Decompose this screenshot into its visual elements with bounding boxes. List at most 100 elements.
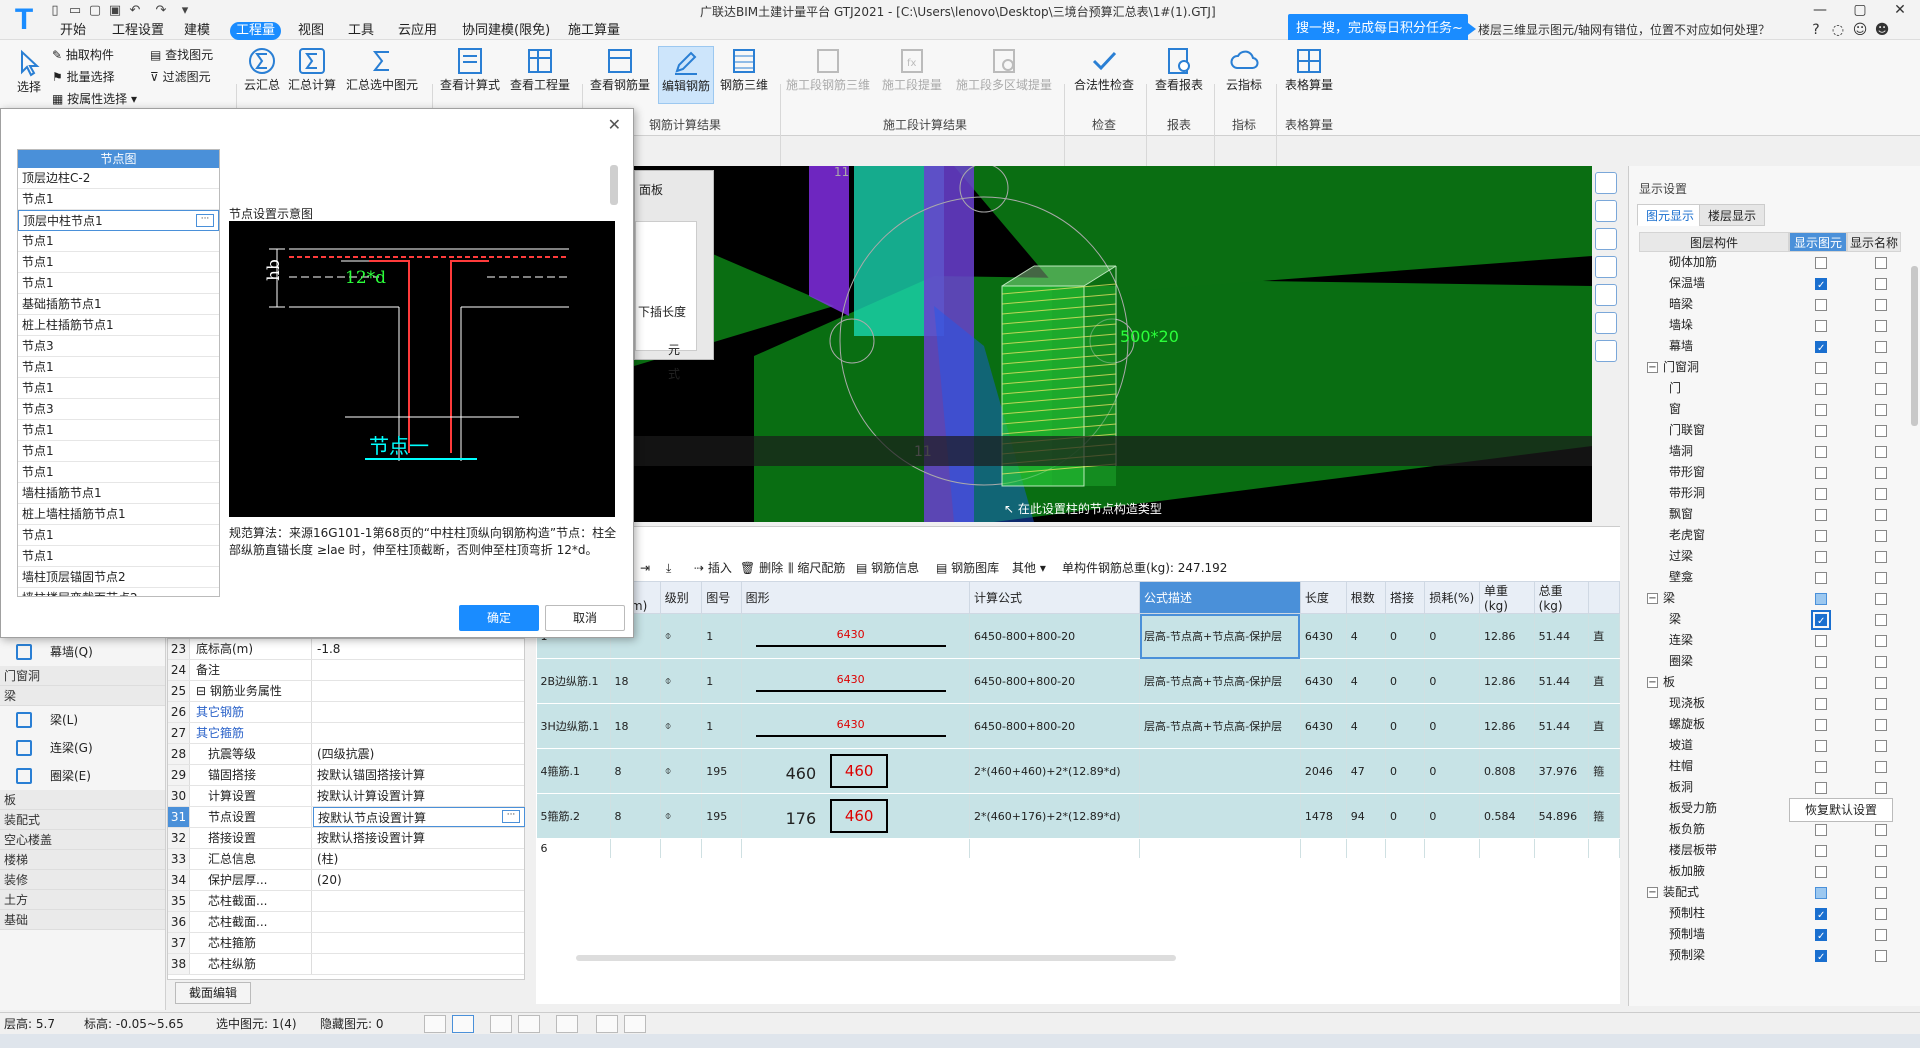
tree-category[interactable]: 装修 bbox=[0, 870, 165, 890]
col-header[interactable]: 图号 bbox=[701, 581, 742, 614]
tree-item[interactable]: 幕墙(Q) bbox=[0, 638, 165, 666]
show-element-checkbox[interactable] bbox=[1815, 845, 1827, 857]
restore-default-button[interactable]: 恢复默认设置 bbox=[1789, 798, 1893, 822]
show-name-checkbox[interactable] bbox=[1875, 761, 1887, 773]
property-row[interactable]: 29 锚固搭接 按默认锚固搭接计算 bbox=[168, 765, 524, 786]
show-name-checkbox[interactable] bbox=[1875, 299, 1887, 311]
show-element-checkbox[interactable] bbox=[1815, 761, 1827, 773]
property-row[interactable]: 34 保护层厚... (20) bbox=[168, 870, 524, 891]
property-row[interactable]: 33 汇总信息 (柱) bbox=[168, 849, 524, 870]
show-name-checkbox[interactable] bbox=[1875, 950, 1887, 962]
show-name-checkbox[interactable] bbox=[1875, 782, 1887, 794]
rebar-info-button[interactable]: ▤ 钢筋信息 bbox=[856, 557, 919, 579]
node-item[interactable]: 墙柱插筋节点1 bbox=[18, 483, 219, 504]
node-item[interactable]: 顶层边柱C-2 bbox=[18, 168, 219, 189]
gear-cube-icon[interactable] bbox=[1595, 312, 1617, 334]
stage-multi-button[interactable]: 施工段多区域提量 bbox=[952, 46, 1056, 93]
move-down-icon[interactable]: ⤓ bbox=[666, 557, 671, 579]
table-row[interactable]: 3H边纵筋.1 18 ⌽ 1 6430 6450-800+800-20 层高-节点高+节点高… bbox=[536, 703, 1620, 749]
node-item[interactable]: 节点3 bbox=[18, 399, 219, 420]
show-name-checkbox[interactable] bbox=[1875, 383, 1887, 395]
show-element-checkbox[interactable] bbox=[1815, 467, 1827, 479]
maximize-icon[interactable]: ▢ bbox=[1840, 0, 1880, 20]
show-name-checkbox[interactable] bbox=[1875, 698, 1887, 710]
cloud-sum-button[interactable]: 云汇总 bbox=[240, 46, 284, 93]
scale-rebar-button[interactable]: ⫼ 缩尺配筋 bbox=[788, 557, 845, 579]
table-row[interactable]: 6 bbox=[536, 838, 1620, 859]
tab-collab[interactable]: 协同建模(限免) bbox=[456, 22, 556, 40]
delete-button[interactable]: 🗑 删除 bbox=[740, 557, 783, 579]
property-row[interactable]: 31 节点设置 按默认节点设置计算 ··· bbox=[168, 807, 525, 828]
folder-icon[interactable]: ▢ bbox=[86, 2, 104, 20]
show-name-checkbox[interactable] bbox=[1875, 719, 1887, 731]
show-element-checkbox[interactable] bbox=[1815, 425, 1827, 437]
tab-cloud[interactable]: 云应用 bbox=[392, 22, 443, 40]
cancel-button[interactable]: 取消 bbox=[545, 605, 625, 631]
tab-floor-display[interactable]: 楼层显示 bbox=[1699, 204, 1766, 226]
show-name-checkbox[interactable] bbox=[1875, 929, 1887, 941]
tab-view[interactable]: 视图 bbox=[292, 22, 330, 40]
cube-icon[interactable] bbox=[1595, 256, 1617, 278]
orbit-icon[interactable] bbox=[1595, 172, 1617, 194]
tree-category[interactable]: 板 bbox=[0, 790, 165, 810]
node-item[interactable]: 节点1 bbox=[18, 189, 219, 210]
table-row[interactable]: 4箍筋.1 8 ⌽ 195 460 460 2*(460+460)+2*(12.89*d) 2… bbox=[536, 748, 1620, 794]
show-element-checkbox[interactable] bbox=[1815, 698, 1827, 710]
chat-icon[interactable]: ◌ bbox=[1828, 20, 1848, 40]
show-element-checkbox[interactable] bbox=[1815, 866, 1827, 878]
view-formula-button[interactable]: 查看计算式 bbox=[436, 46, 504, 93]
property-row[interactable]: 36 芯柱截面... bbox=[168, 912, 524, 933]
show-element-checkbox[interactable] bbox=[1815, 320, 1827, 332]
show-element-checkbox[interactable] bbox=[1815, 530, 1827, 542]
show-name-checkbox[interactable] bbox=[1875, 509, 1887, 521]
show-element-checkbox[interactable] bbox=[1815, 677, 1827, 689]
scrollbar[interactable] bbox=[610, 165, 618, 205]
new-icon[interactable]: ▯ bbox=[46, 2, 64, 20]
property-row[interactable]: 28 抗震等级 (四级抗震) bbox=[168, 744, 524, 765]
show-element-checkbox[interactable] bbox=[1815, 947, 1827, 968]
show-name-checkbox[interactable] bbox=[1875, 551, 1887, 563]
show-element-checkbox[interactable] bbox=[1815, 383, 1827, 395]
3d-view-icon[interactable] bbox=[1595, 228, 1617, 250]
rebar-3d-button[interactable]: 钢筋三维 bbox=[716, 46, 772, 93]
show-name-checkbox[interactable] bbox=[1875, 572, 1887, 584]
property-row[interactable]: 25 ⊟ 钢筋业务属性 bbox=[168, 681, 524, 702]
show-element-checkbox[interactable] bbox=[1815, 782, 1827, 794]
show-element-checkbox[interactable] bbox=[1815, 404, 1827, 416]
insert-button[interactable]: ⇢ 插入 bbox=[694, 557, 732, 579]
node-item[interactable]: 基础插筋节点1 bbox=[18, 294, 219, 315]
ortho-icon[interactable] bbox=[424, 1015, 446, 1033]
section-edit-button[interactable]: 截面编辑 bbox=[175, 982, 251, 1004]
show-element-checkbox[interactable] bbox=[1815, 338, 1827, 359]
more-icon[interactable]: ··· bbox=[502, 810, 520, 823]
property-row[interactable]: 24 备注 bbox=[168, 660, 524, 681]
redo-icon[interactable]: ↷ bbox=[152, 2, 170, 20]
show-name-checkbox[interactable] bbox=[1875, 530, 1887, 542]
show-name-checkbox[interactable] bbox=[1875, 614, 1887, 626]
show-name-checkbox[interactable] bbox=[1875, 824, 1887, 836]
node-item[interactable]: 桩上柱插筋节点1 bbox=[18, 315, 219, 336]
table-row[interactable]: 2B边纵筋.1 18 ⌽ 1 6430 6450-800+800-20 层高-节点高+节点高… bbox=[536, 658, 1620, 704]
node-item[interactable]: 节点3 bbox=[18, 336, 219, 357]
col-header[interactable]: 长度 bbox=[1299, 581, 1347, 614]
property-row[interactable]: 23 底标高(m) -1.8 bbox=[168, 639, 524, 660]
col-header[interactable]: 搭接 bbox=[1385, 581, 1426, 614]
col-header[interactable]: 损耗(%) bbox=[1424, 581, 1481, 614]
show-element-checkbox[interactable] bbox=[1815, 635, 1827, 647]
property-row[interactable]: 37 芯柱箍筋 bbox=[168, 933, 524, 954]
tab-quantity[interactable]: 工程量 bbox=[230, 22, 282, 40]
table-row[interactable]: 1⌽164306450-800+800-20层高-节点高+节点高-保护层6430… bbox=[536, 613, 1620, 659]
h-scrollbar[interactable] bbox=[576, 955, 1176, 961]
show-name-checkbox[interactable] bbox=[1875, 887, 1887, 899]
batch-select-button[interactable]: ⚑ 批量选择 bbox=[52, 68, 115, 85]
angle-icon[interactable] bbox=[518, 1015, 540, 1033]
show-element-checkbox[interactable] bbox=[1815, 572, 1827, 584]
sum-calc-button[interactable]: 汇总计算 bbox=[286, 46, 338, 93]
show-name-checkbox[interactable] bbox=[1875, 320, 1887, 332]
filter-button[interactable]: ⊽ 过滤图元 bbox=[150, 68, 211, 85]
property-row[interactable]: 32 搭接设置 按默认搭接设置计算 bbox=[168, 828, 524, 849]
node-item[interactable]: 节点1 bbox=[18, 462, 219, 483]
scrollbar[interactable] bbox=[1911, 266, 1918, 426]
select-button[interactable]: 选择 bbox=[8, 48, 50, 95]
tree-category[interactable]: 基础 bbox=[0, 910, 165, 930]
